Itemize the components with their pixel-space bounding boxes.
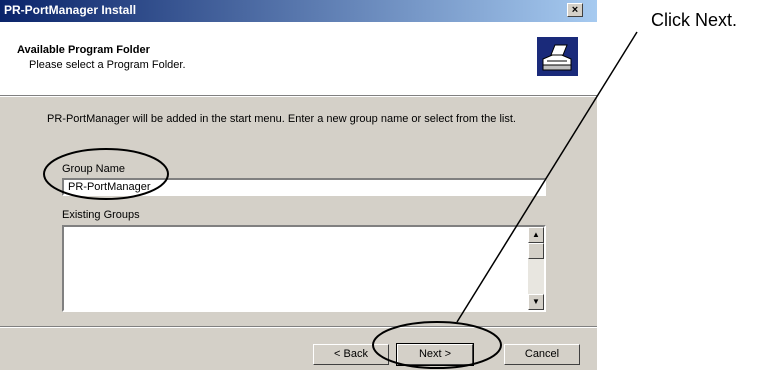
group-name-highlight-ellipse xyxy=(43,148,169,200)
callout-leader-line xyxy=(456,31,638,323)
annotation-overlay xyxy=(43,31,638,369)
next-button-highlight-ellipse xyxy=(372,321,502,369)
